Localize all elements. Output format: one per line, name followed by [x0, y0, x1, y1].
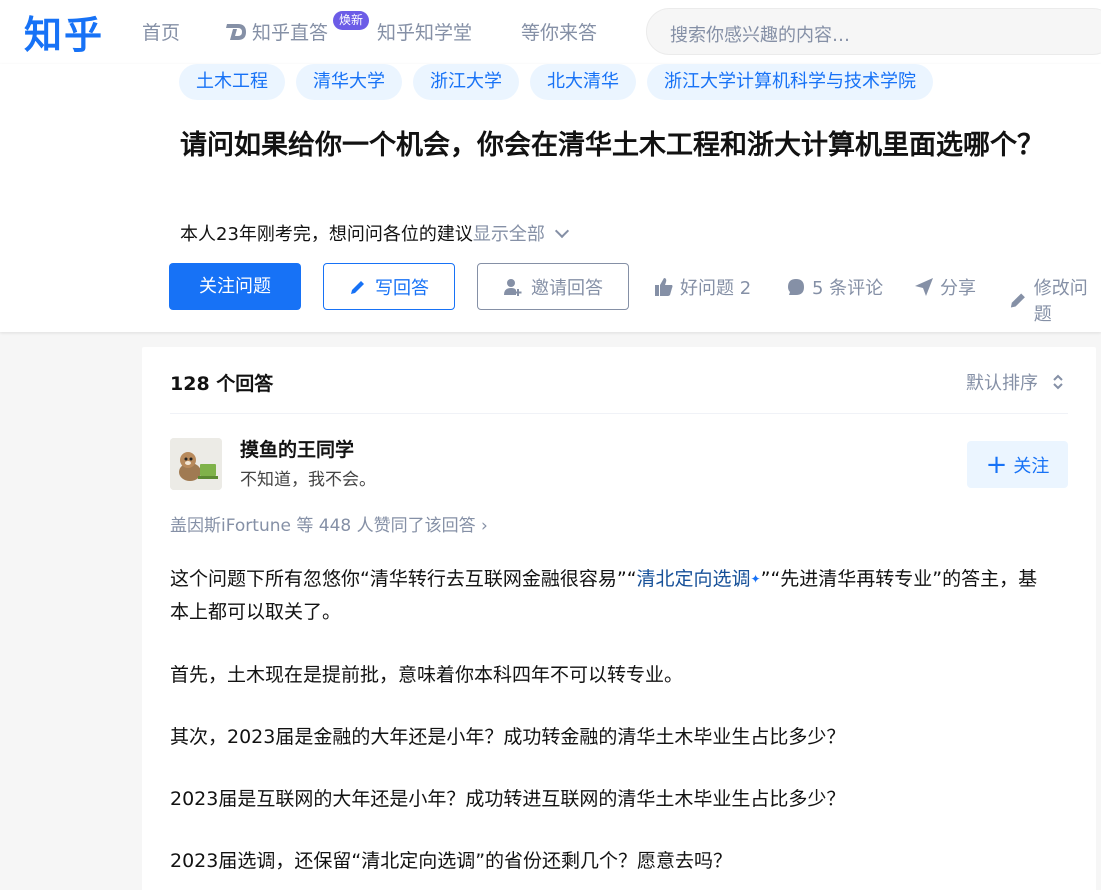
keyword-link[interactable]: 清北定向选调✦ — [637, 568, 761, 590]
thumbs-up-icon — [655, 278, 673, 296]
voters-summary[interactable]: 盖因斯iFortune 等 448 人赞同了该回答 › — [170, 511, 488, 536]
keyword-link-label: 清北定向选调 — [636, 568, 751, 590]
answer-paragraph: 2023届是互联网的大年还是小年？成功转进互联网的清华土木毕业生占比多少？ — [170, 788, 846, 810]
paragraph-text: 这个问题下所有忽悠你“清华转行去互联网金融很容易”“ — [170, 568, 637, 590]
add-user-icon — [504, 278, 522, 296]
sort-dropdown[interactable]: 默认排序 — [966, 369, 1064, 395]
question-title: 请问如果给你一个机会，你会在清华土木工程和浙大计算机里面选哪个？ — [180, 130, 1044, 161]
good-question-button[interactable]: 好问题 2 — [654, 274, 751, 300]
good-question-label: 好问题 2 — [680, 278, 752, 299]
show-all-label: 显示全部 — [472, 224, 545, 245]
topic-tag[interactable]: 清华大学 — [296, 64, 402, 100]
avatar[interactable] — [170, 438, 222, 490]
answer-card: 128 个回答 默认排序 摸鱼的王同学 不知道，我不会。 + 关注 盖因斯iFo… — [142, 347, 1096, 890]
answer-paragraph: 首先，土木现在是提前批，意味着你本科四年不可以转专业。 — [170, 664, 684, 686]
zhida-icon — [226, 23, 246, 40]
write-answer-label: 写回答 — [375, 277, 429, 299]
topic-tag[interactable]: 浙江大学计算机科学与技术学院 — [647, 64, 933, 100]
send-icon — [915, 278, 933, 296]
chevron-down-icon — [554, 223, 569, 239]
follow-author-button[interactable]: + 关注 — [967, 441, 1068, 488]
pencil-icon — [1010, 293, 1025, 308]
search-placeholder: 搜索你感兴趣的内容… — [670, 25, 850, 46]
topic-tag[interactable]: 北大清华 — [530, 64, 636, 100]
author-bio: 不知道，我不会。 — [240, 470, 376, 490]
topic-tag[interactable]: 浙江大学 — [413, 64, 519, 100]
question-detail: 本人23年刚考完，想问问各位的建议显示全部 — [180, 220, 569, 246]
sparkle-icon: ✦ — [750, 572, 761, 586]
divider — [170, 413, 1068, 414]
nav-zhida[interactable]: 知乎直答 — [224, 18, 328, 45]
search-input[interactable]: 搜索你感兴趣的内容… — [646, 8, 1101, 55]
topic-tag[interactable]: 土木工程 — [179, 64, 285, 100]
top-navbar: 知乎 首页 知乎直答 焕新 知乎知学堂 等你来答 搜索你感兴趣的内容… — [0, 0, 1101, 64]
share-label: 分享 — [940, 278, 976, 299]
zhihu-logo[interactable]: 知乎 — [24, 4, 104, 59]
nav-waiting[interactable]: 等你来答 — [521, 18, 597, 45]
answer-count: 128 个回答 — [170, 373, 274, 395]
edit-question-label: 修改问题 — [1033, 278, 1088, 325]
comment-icon — [788, 279, 804, 295]
comments-button[interactable]: 5 条评论 — [786, 274, 883, 300]
pencil-icon — [351, 280, 364, 294]
answer-paragraph: 这个问题下所有忽悠你“清华转行去互联网金融很容易”“清北定向选调✦”“先进清华再… — [170, 563, 1050, 629]
answer-paragraph: 其次，2023届是金融的大年还是小年？成功转金融的清华土木毕业生占比多少？ — [170, 726, 846, 748]
follow-question-button[interactable]: 关注问题 — [169, 263, 301, 310]
answer-paragraph: 2023届选调，还保留“清北定向选调”的省份还剩几个？愿意去吗？ — [170, 850, 733, 872]
write-answer-button[interactable]: 写回答 — [323, 263, 455, 310]
new-badge: 焕新 — [333, 11, 369, 30]
plus-icon: + — [985, 449, 1008, 480]
edit-question-button[interactable]: 修改问题 — [1009, 274, 1101, 326]
nav-zhida-label: 知乎直答 — [252, 22, 329, 44]
follow-author-label: 关注 — [1013, 455, 1050, 477]
sort-label: 默认排序 — [966, 373, 1038, 394]
share-button[interactable]: 分享 — [914, 274, 976, 300]
nav-zhixuetang[interactable]: 知乎知学堂 — [377, 18, 472, 45]
question-detail-text: 本人23年刚考完，想问问各位的建议 — [180, 224, 473, 245]
question-header: 土木工程 清华大学 浙江大学 北大清华 浙江大学计算机科学与技术学院 请问如果给… — [0, 64, 1101, 332]
sort-chevron-icon — [1053, 374, 1063, 390]
author-avatar-image — [170, 438, 222, 490]
comments-label: 5 条评论 — [812, 278, 884, 299]
nav-home[interactable]: 首页 — [142, 18, 180, 45]
invite-answer-button[interactable]: 邀请回答 — [477, 263, 629, 310]
show-all-button[interactable]: 显示全部 — [472, 223, 569, 245]
invite-answer-label: 邀请回答 — [531, 277, 603, 299]
author-name[interactable]: 摸鱼的王同学 — [240, 435, 354, 462]
